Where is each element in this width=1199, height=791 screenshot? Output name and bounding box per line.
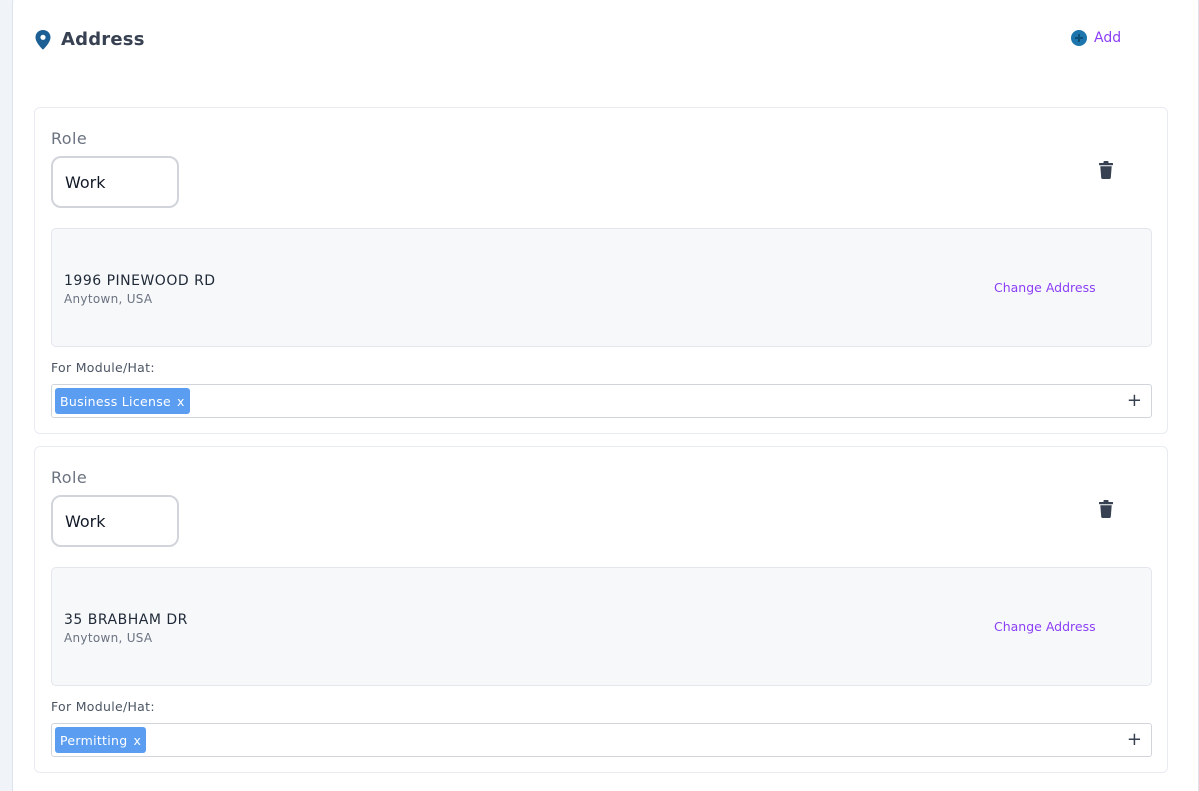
section-header: Address [35, 29, 145, 50]
trash-icon[interactable] [1099, 500, 1113, 518]
role-label: Role [51, 129, 88, 148]
role-select[interactable]: Work [51, 156, 179, 208]
module-tag-label: Permitting [60, 732, 128, 748]
address-city: Anytown, USA [64, 631, 153, 645]
address-street: 1996 PINEWOOD RD [64, 273, 216, 289]
role-select[interactable]: Work [51, 495, 179, 547]
add-address-button[interactable]: Add [1071, 30, 1121, 46]
module-tag: Permitting x [55, 727, 147, 753]
module-tag-label: Business License [60, 393, 172, 409]
module-tag: Business License x [55, 388, 190, 414]
address-street: 35 BRABHAM DR [64, 612, 188, 628]
tag-remove-button[interactable]: x [133, 733, 141, 748]
tag-remove-button[interactable]: x [177, 394, 185, 409]
address-display: 1996 PINEWOOD RD Anytown, USA Change Add… [51, 228, 1152, 347]
plus-circle-icon [1071, 30, 1087, 46]
module-label: For Module/Hat: [51, 699, 155, 714]
role-label: Role [51, 468, 88, 487]
module-label: For Module/Hat: [51, 360, 155, 375]
address-city: Anytown, USA [64, 292, 153, 306]
address-card: Role Work 1996 PINEWOOD RD Anytown, USA … [34, 107, 1168, 434]
trash-icon[interactable] [1099, 161, 1113, 179]
map-pin-icon [35, 29, 51, 49]
module-tag-field[interactable]: Business License x + [51, 384, 1152, 418]
change-address-link[interactable]: Change Address [994, 280, 1096, 295]
section-title: Address [61, 29, 145, 50]
module-tag-field[interactable]: Permitting x + [51, 723, 1152, 757]
add-module-button[interactable]: + [1127, 391, 1142, 411]
address-display: 35 BRABHAM DR Anytown, USA Change Addres… [51, 567, 1152, 686]
change-address-link[interactable]: Change Address [994, 619, 1096, 634]
add-label: Add [1094, 30, 1122, 46]
address-panel: Address Add Role Work 1996 PINEWOOD RD A… [12, 0, 1199, 791]
address-card: Role Work 35 BRABHAM DR Anytown, USA Cha… [34, 446, 1168, 773]
add-module-button[interactable]: + [1127, 730, 1142, 750]
